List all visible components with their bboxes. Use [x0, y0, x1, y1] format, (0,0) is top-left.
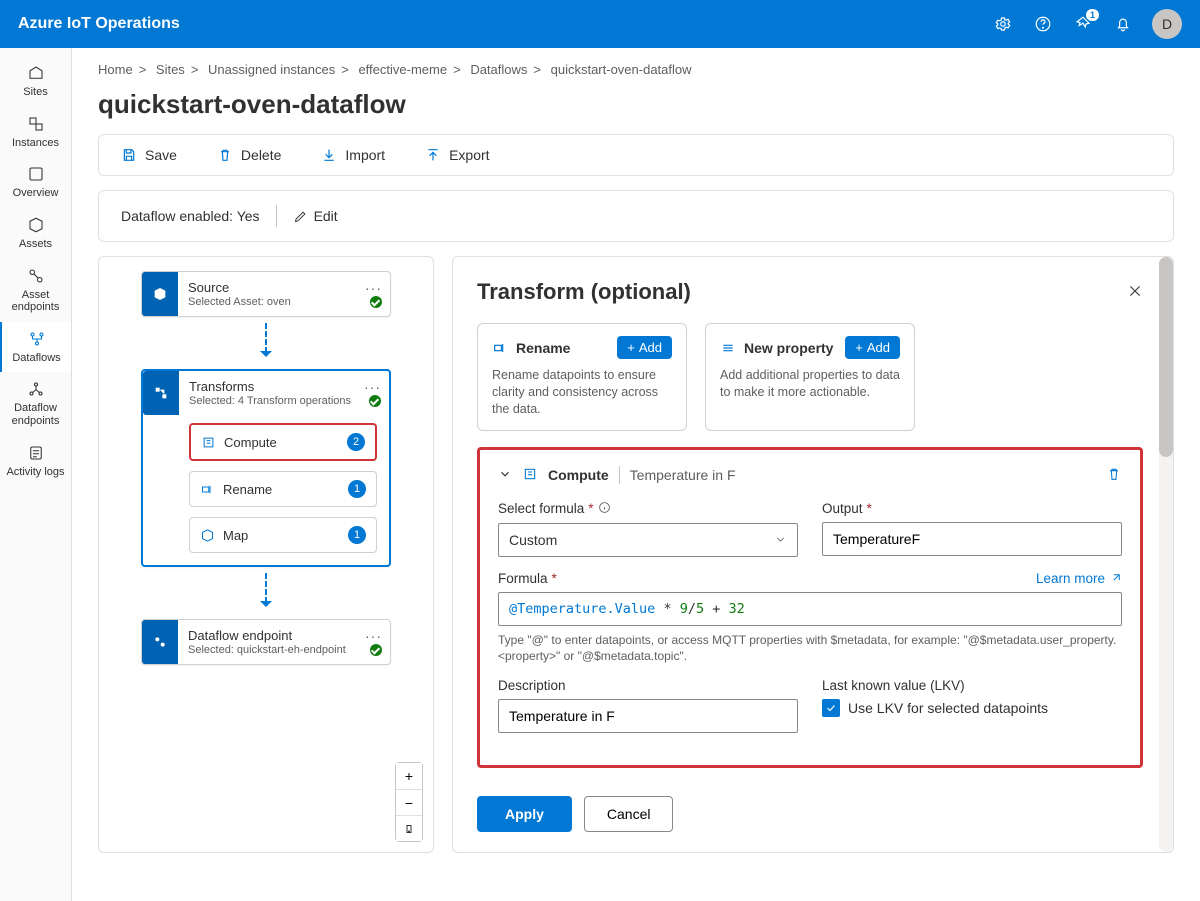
- breadcrumb: Home> Sites> Unassigned instances> effec…: [98, 62, 1174, 77]
- flow-canvas[interactable]: Source Selected Asset: oven ··· Transfor…: [98, 256, 434, 853]
- crumb-sites[interactable]: Sites: [156, 62, 185, 77]
- chevron-down-icon[interactable]: [498, 467, 512, 484]
- apply-button[interactable]: Apply: [477, 796, 572, 832]
- op-compute[interactable]: Compute 2: [189, 423, 377, 461]
- bell-icon[interactable]: [1112, 13, 1134, 35]
- edit-button[interactable]: Edit: [293, 208, 338, 224]
- nav-overview[interactable]: Overview: [0, 157, 71, 208]
- tile-newproperty: New property + Add Add additional proper…: [705, 323, 915, 431]
- info-icon[interactable]: [598, 501, 611, 517]
- delete-button[interactable]: Delete: [217, 147, 281, 163]
- endpoint-more-icon[interactable]: ···: [365, 628, 382, 644]
- nav-instances[interactable]: Instances: [0, 107, 71, 158]
- crumb-instance[interactable]: effective-meme: [358, 62, 447, 77]
- op-map[interactable]: Map 1: [189, 517, 377, 553]
- nav-assets[interactable]: Assets: [0, 208, 71, 259]
- add-newprop-button[interactable]: + Add: [845, 336, 900, 359]
- arrow-icon: [265, 323, 267, 363]
- formula-input[interactable]: @Temperature.Value * 9/5 + 32: [498, 592, 1122, 626]
- crumb-dataflows[interactable]: Dataflows: [470, 62, 527, 77]
- crumb-current: quickstart-oven-dataflow: [551, 62, 692, 77]
- arrow-icon: [265, 573, 267, 613]
- transform-panel: Transform (optional) Rename + Add Rename…: [452, 256, 1174, 853]
- checkbox-checked-icon: [822, 699, 840, 717]
- crumb-home[interactable]: Home: [98, 62, 133, 77]
- transforms-more-icon[interactable]: ···: [364, 379, 381, 395]
- op-rename[interactable]: Rename 1: [189, 471, 377, 507]
- learn-more-link[interactable]: Learn more: [1036, 571, 1122, 586]
- add-rename-button[interactable]: + Add: [617, 336, 672, 359]
- export-button[interactable]: Export: [425, 147, 489, 163]
- formula-hint: Type "@" to enter datapoints, or access …: [498, 632, 1122, 664]
- main-region: Home> Sites> Unassigned instances> effec…: [72, 48, 1200, 901]
- tile-rename: Rename + Add Rename datapoints to ensure…: [477, 323, 687, 431]
- transforms-icon: [143, 371, 179, 415]
- transform-ops: Compute 2 Rename 1 Map 1: [143, 415, 389, 565]
- import-button[interactable]: Import: [321, 147, 385, 163]
- nav-dataflows[interactable]: Dataflows: [0, 322, 71, 373]
- scrollbar-thumb[interactable]: [1159, 257, 1173, 457]
- node-endpoint[interactable]: Dataflow endpoint Selected: quickstart-e…: [141, 619, 391, 665]
- delete-compute-icon[interactable]: [1106, 466, 1122, 485]
- zoom-out-button[interactable]: −: [396, 789, 422, 815]
- endpoint-icon: [142, 620, 178, 664]
- status-ok-icon: [370, 296, 382, 308]
- node-transforms[interactable]: Transforms Selected: 4 Transform operati…: [141, 369, 391, 567]
- close-icon[interactable]: [1127, 283, 1143, 302]
- help-icon[interactable]: [1032, 13, 1054, 35]
- settings-icon[interactable]: [992, 13, 1014, 35]
- panel-footer: Apply Cancel: [453, 782, 1173, 852]
- cancel-button[interactable]: Cancel: [584, 796, 674, 832]
- command-bar: Save Delete Import Export: [98, 134, 1174, 176]
- zoom-controls: + −: [395, 762, 423, 842]
- source-more-icon[interactable]: ···: [365, 280, 382, 296]
- status-ok-icon: [370, 644, 382, 656]
- notification-badge: 1: [1086, 9, 1099, 21]
- source-icon: [142, 272, 178, 316]
- divider: [276, 205, 277, 227]
- compute-icon: [522, 466, 538, 485]
- output-field[interactable]: [822, 522, 1122, 556]
- enabled-text: Dataflow enabled: Yes: [121, 208, 260, 224]
- save-button[interactable]: Save: [121, 147, 177, 163]
- nav-sites[interactable]: Sites: [0, 56, 71, 107]
- avatar[interactable]: D: [1152, 9, 1182, 39]
- node-source[interactable]: Source Selected Asset: oven ···: [141, 271, 391, 317]
- nav-activity-logs[interactable]: Activity logs: [0, 436, 71, 487]
- description-field[interactable]: [498, 699, 798, 733]
- header-icons: 1 D: [992, 9, 1182, 39]
- feedback-icon[interactable]: 1: [1072, 13, 1094, 35]
- enabled-bar: Dataflow enabled: Yes Edit: [98, 190, 1174, 242]
- nav-asset-endpoints[interactable]: Asset endpoints: [0, 259, 71, 322]
- top-header: Azure IoT Operations 1 D _: [0, 0, 1200, 48]
- zoom-fit-button[interactable]: [396, 815, 422, 841]
- status-ok-icon: [369, 395, 381, 407]
- page-title: quickstart-oven-dataflow: [98, 89, 1174, 120]
- brand-title: Azure IoT Operations: [18, 15, 992, 33]
- lkv-checkbox[interactable]: Use LKV for selected datapoints: [822, 699, 1122, 717]
- formula-select[interactable]: Custom: [498, 523, 798, 557]
- panel-title: Transform (optional): [477, 279, 1127, 305]
- zoom-in-button[interactable]: +: [396, 763, 422, 789]
- crumb-unassigned[interactable]: Unassigned instances: [208, 62, 335, 77]
- nav-dataflow-endpoints[interactable]: Dataflow endpoints: [0, 372, 71, 435]
- compute-form: Compute Temperature in F Select formula …: [477, 447, 1143, 768]
- side-nav: Sites Instances Overview Assets Asset en…: [0, 48, 72, 901]
- header-underline: _: [1137, 42, 1145, 58]
